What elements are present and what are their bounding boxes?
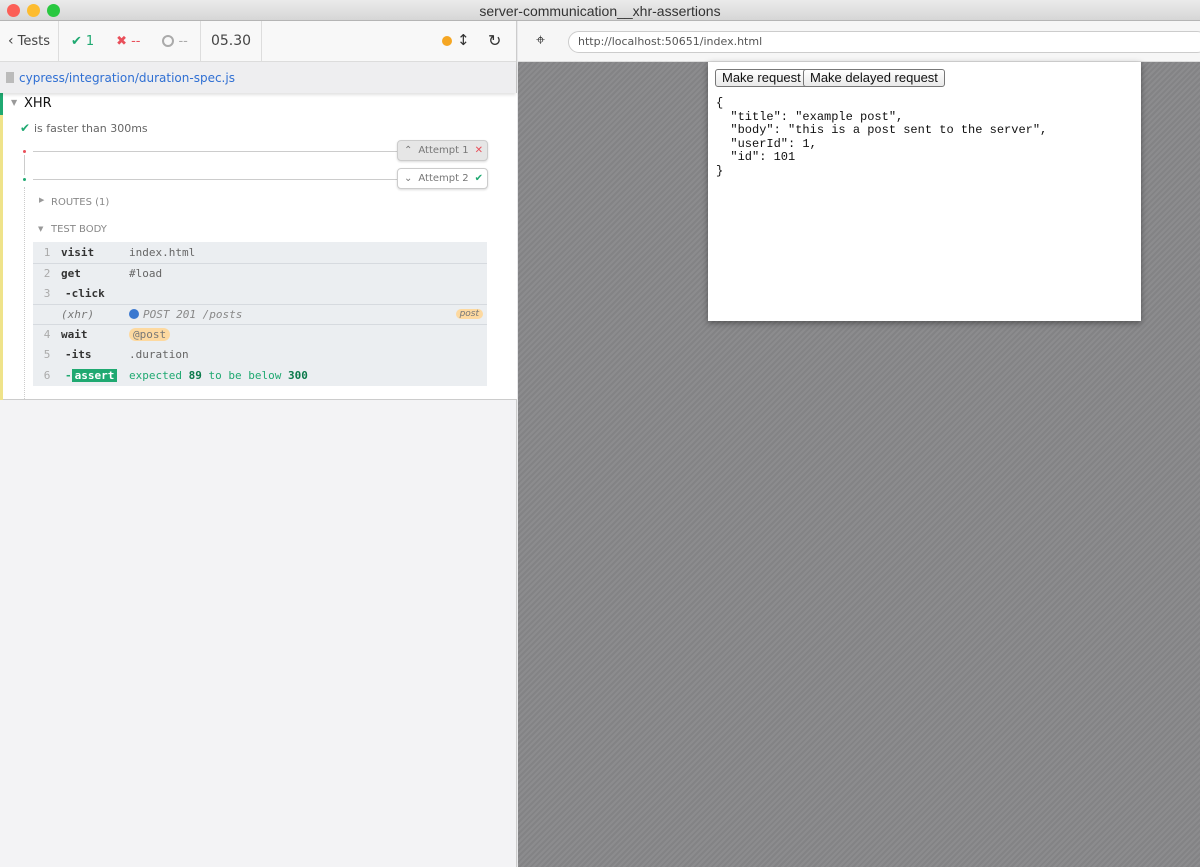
assert-value: 89 [188, 368, 202, 382]
attempt-label: Attempt 1 [418, 145, 469, 156]
command-number: 2 [43, 266, 51, 280]
command-number: 5 [43, 348, 51, 362]
xhr-status-dot-icon [129, 309, 139, 320]
command-name: -its [65, 348, 92, 362]
suite-xhr: ▼ XHR ✔ is faster than 300ms ⌃ Attempt 1 ✕… [0, 93, 517, 400]
assert-text: to be below [208, 368, 282, 382]
x-icon: ✕ [474, 145, 483, 156]
suite-title[interactable]: XHR [24, 96, 52, 111]
command-message: #load [129, 266, 163, 280]
x-icon: ✖ [116, 33, 128, 49]
assert-message: expected 89 to be below 300 [129, 369, 308, 382]
caret-down-icon[interactable]: ▼ [11, 98, 17, 107]
check-icon: ✔ [70, 33, 82, 49]
command-row[interactable]: 1 visit index.html [33, 242, 487, 263]
pending-circle-icon [162, 35, 175, 47]
app-iframe: Make request Make delayed request { "tit… [708, 62, 1141, 321]
command-name: get [61, 266, 81, 280]
command-log: 1 visit index.html 2 get #load 3 -click (xhr)… [33, 242, 487, 386]
test-title[interactable]: is faster than 300ms [34, 122, 148, 135]
command-number: 1 [43, 245, 51, 259]
check-icon: ✔ [20, 121, 31, 135]
tests-back-button[interactable]: ‹ Tests [0, 20, 59, 62]
alias-badge: @post [129, 328, 171, 342]
assert-value: 300 [287, 368, 308, 382]
duration-value: 05.30 [210, 33, 252, 49]
command-name: - assert [61, 368, 129, 382]
routes-toggle[interactable]: ROUTES (1) [51, 197, 109, 208]
window-title: server-communication__xhr-assertions [479, 3, 721, 19]
divider [33, 179, 398, 180]
divider [24, 187, 25, 399]
divider [24, 155, 25, 175]
command-row[interactable]: 2 get #load [33, 262, 487, 284]
passed-count: 1 [85, 33, 95, 49]
spec-file-bar: cypress/integration/duration-spec.js [0, 62, 516, 93]
caret-right-icon: ▶ [39, 196, 45, 204]
command-row[interactable]: 3 -click [33, 283, 487, 304]
command-name: -click [65, 286, 105, 300]
make-delayed-request-button[interactable]: Make delayed request [803, 69, 945, 87]
expand-icon: ⌃ [404, 145, 413, 156]
reporter-panel: ‹ Tests ✔ 1 ✖ -- -- 05.30 ↕ ↻ cypress/in… [0, 20, 517, 867]
pending-count: -- [178, 33, 188, 49]
assert-badge: assert [71, 368, 118, 382]
maximize-window-button[interactable] [47, 4, 60, 17]
command-row[interactable]: 6 - assert expected 89 to be below 300 [33, 365, 487, 386]
command-number: 4 [43, 328, 51, 342]
duration: 05.30 [201, 20, 263, 62]
attempt-label: Attempt 2 [418, 173, 469, 184]
collapse-icon: ⌄ [404, 173, 413, 184]
command-row[interactable]: 5 -its .duration [33, 345, 487, 366]
selector-playground-crosshair-icon[interactable]: ⌖ [536, 30, 545, 50]
response-output: { "title": "example post", "body": "this… [716, 96, 1048, 178]
autoscroll-toggle-icon[interactable]: ↕ [457, 31, 470, 49]
command-row[interactable]: 4 wait @post [33, 324, 487, 345]
failed-count: -- [131, 33, 141, 49]
test-body-toggle[interactable]: TEST BODY [51, 224, 107, 235]
tests-label: Tests [17, 33, 50, 49]
passed-dot [23, 178, 26, 181]
make-request-button[interactable]: Make request [715, 69, 808, 87]
command-name: visit [61, 245, 95, 259]
spec-path-link[interactable]: cypress/integration/duration-spec.js [19, 71, 235, 85]
close-window-button[interactable] [7, 4, 20, 17]
command-message: .duration [129, 348, 189, 362]
divider [33, 151, 398, 152]
command-number: 3 [43, 286, 51, 300]
command-name: (xhr) [61, 307, 95, 321]
command-number: 6 [43, 368, 51, 382]
file-icon [6, 72, 14, 83]
alias-badge: post [455, 309, 483, 320]
address-bar: ⌖ http://localhost:50651/index.html [518, 21, 1200, 62]
aut-panel: ⌖ http://localhost:50651/index.html Make… [518, 21, 1200, 867]
attempt-1-tab[interactable]: ⌃ Attempt 1 ✕ [397, 140, 488, 161]
command-name: wait [61, 328, 88, 342]
reporter-toolbar: ‹ Tests ✔ 1 ✖ -- -- 05.30 ↕ ↻ [0, 20, 516, 62]
command-message: POST 201 /posts [143, 307, 243, 321]
caret-down-icon: ▼ [38, 225, 44, 233]
window-titlebar: server-communication__xhr-assertions [0, 0, 1200, 21]
assert-text: expected [129, 368, 182, 382]
url-field[interactable]: http://localhost:50651/index.html [568, 31, 1200, 53]
attempt-2-tab[interactable]: ⌄ Attempt 2 ✔ [397, 168, 488, 189]
chevron-left-icon: ‹ [8, 33, 14, 49]
restart-icon[interactable]: ↻ [488, 31, 501, 50]
command-message: index.html [129, 245, 196, 259]
check-icon: ✔ [474, 173, 483, 184]
running-indicator-icon [442, 36, 452, 46]
minimize-window-button[interactable] [27, 4, 40, 17]
failed-dot [23, 150, 26, 153]
xhr-row[interactable]: (xhr) POST 201 /posts post [33, 303, 487, 325]
stats: ✔ 1 ✖ -- -- [59, 20, 201, 62]
